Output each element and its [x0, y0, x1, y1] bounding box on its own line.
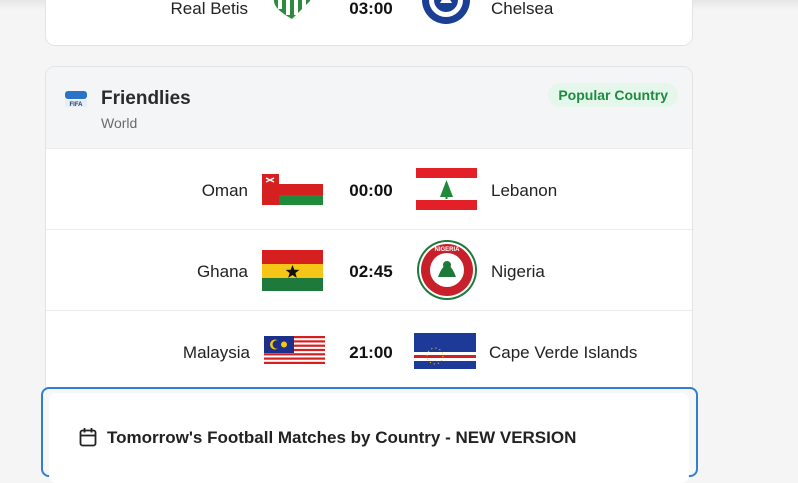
cape-verde-flag-icon	[414, 333, 476, 369]
match-row[interactable]: Oman 00:00 Lebanon	[46, 148, 692, 228]
match-row[interactable]: Ghana 02:45 NIGERIA Nigeria	[46, 229, 692, 309]
league-name: Friendlies	[101, 88, 191, 109]
previous-league-card: Real Betis 03:00 Chelsea	[45, 0, 693, 46]
calendar-icon	[79, 428, 97, 447]
home-team-name: Real Betis	[170, 0, 248, 18]
real-betis-crest-icon	[273, 0, 311, 19]
chelsea-crest-icon	[422, 0, 470, 24]
section-title: Tomorrow's Football Matches by Country -…	[107, 428, 577, 447]
popular-country-badge: Popular Country	[548, 83, 678, 107]
lebanon-flag-icon	[416, 168, 477, 210]
home-team-name: Ghana	[196, 262, 248, 281]
ghana-flag-icon	[262, 250, 323, 291]
match-time: 21:00	[349, 343, 393, 362]
match-row[interactable]: Malaysia 21:00 Cape Verde Islands	[46, 310, 692, 390]
match-time: 00:00	[349, 181, 393, 200]
tomorrow-matches-panel: Tomorrow's Football Matches by Country -…	[49, 393, 689, 483]
fifa-logo-icon: FIFA	[65, 91, 87, 108]
nigeria-crest-text: NIGERIA	[434, 247, 460, 253]
nigeria-crest-icon: NIGERIA	[417, 240, 477, 300]
away-team-name: Cape Verde Islands	[489, 343, 638, 362]
home-team-name: Oman	[201, 181, 248, 200]
away-team-name: Chelsea	[491, 0, 554, 18]
away-team-name: Lebanon	[491, 181, 558, 200]
league-card-friendlies: FIFA Friendlies World Popular Country Om…	[45, 66, 693, 396]
oman-flag-icon	[262, 174, 323, 205]
malaysia-flag-icon	[264, 336, 325, 366]
match-row[interactable]: Real Betis 03:00 Chelsea	[46, 0, 692, 45]
away-team-name: Nigeria	[491, 262, 545, 281]
league-region: World	[101, 115, 138, 131]
home-team-name: Malaysia	[182, 343, 250, 362]
tomorrow-matches-section[interactable]: Tomorrow's Football Matches by Country -…	[41, 387, 698, 483]
match-time: 02:45	[349, 262, 393, 281]
match-time: 03:00	[349, 0, 393, 18]
fifa-logo-text: FIFA	[70, 102, 84, 108]
league-header[interactable]: FIFA Friendlies World Popular Country	[46, 67, 692, 148]
